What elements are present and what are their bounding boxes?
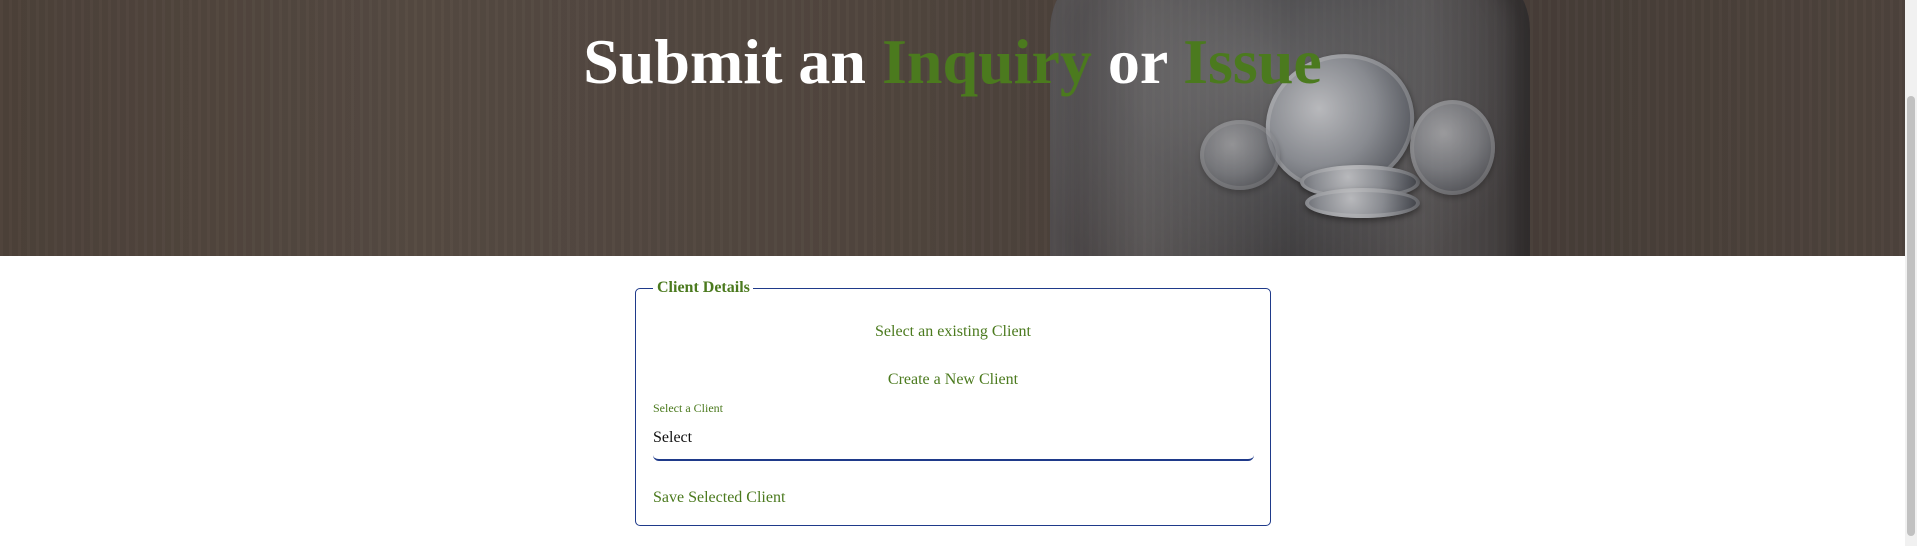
title-accent-issue: Issue [1183, 26, 1322, 97]
save-selected-client-button[interactable]: Save Selected Client [653, 488, 785, 508]
select-existing-client-option[interactable]: Select an existing Client [636, 322, 1270, 342]
select-client-label: Select a Client [653, 401, 723, 415]
title-accent-inquiry: Inquiry [881, 26, 1092, 97]
hero-banner: Submit an Inquiry or Issue [0, 0, 1905, 256]
client-select-value: Select [653, 429, 693, 446]
client-details-fieldset: Client Details Select an existing Client… [635, 278, 1271, 526]
page-title: Submit an Inquiry or Issue [0, 20, 1905, 104]
title-text: Submit an [583, 26, 882, 97]
page-scrollbar[interactable] [1905, 0, 1917, 546]
scrollbar-thumb[interactable] [1907, 96, 1915, 536]
create-new-client-option[interactable]: Create a New Client [636, 370, 1270, 390]
client-select-dropdown[interactable]: Select [653, 418, 1254, 461]
title-text: or [1091, 26, 1184, 97]
page: Submit an Inquiry or Issue Client Detail… [0, 0, 1917, 546]
client-details-legend: Client Details [653, 278, 753, 298]
